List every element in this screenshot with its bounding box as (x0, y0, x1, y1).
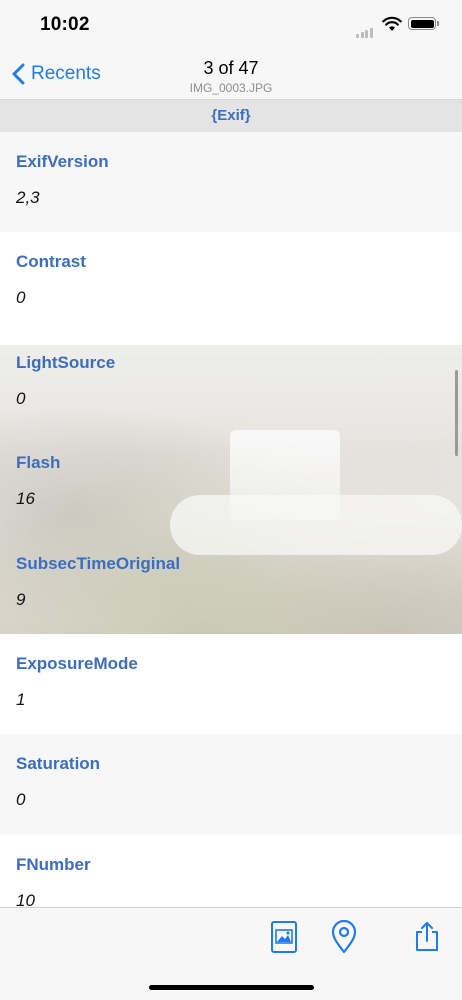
metadata-list: ExifVersion 2,3 Contrast 0 LightSource 0… (0, 132, 462, 936)
home-indicator (149, 985, 314, 990)
row-value: 0 (16, 288, 26, 308)
list-item[interactable]: ExifVersion 2,3 (0, 132, 462, 233)
list-item[interactable]: LightSource 0 (0, 333, 462, 433)
nav-title: 3 of 47 (203, 58, 259, 78)
row-value: 9 (16, 589, 26, 609)
row-key: ExifVersion (16, 152, 109, 171)
location-pin-icon (331, 919, 357, 954)
nav-subtitle: IMG_0003.JPG (189, 81, 273, 95)
list-item[interactable]: Saturation 0 (0, 734, 462, 835)
row-value: 1 (16, 689, 26, 709)
share-button[interactable] (413, 920, 443, 954)
row-key: LightSource (16, 352, 116, 372)
row-key: Contrast (16, 252, 86, 272)
cellular-signal-icon (356, 20, 374, 38)
photo-icon (271, 921, 297, 953)
row-key: ExposureMode (16, 653, 138, 673)
section-header: {Exif} (0, 100, 462, 132)
row-value: 0 (16, 790, 26, 810)
row-key: SubsecTimeOriginal (16, 553, 181, 573)
photo-button[interactable] (270, 920, 300, 954)
status-bar: 10:02 (0, 0, 462, 48)
list-item[interactable]: SubsecTimeOriginal 9 (0, 534, 462, 634)
scroll-indicator[interactable] (455, 370, 458, 456)
row-key: FNumber (16, 854, 91, 874)
row-value: 16 (16, 489, 35, 509)
list-item[interactable]: Flash 16 (0, 433, 462, 533)
row-key: Saturation (16, 754, 101, 774)
list-item[interactable]: ExposureMode 1 (0, 633, 462, 735)
row-value: 2,3 (16, 188, 40, 207)
list-item[interactable]: Contrast 0 (0, 232, 462, 333)
navigation-bar: Recents 3 of 47 IMG_0003.JPG (0, 48, 462, 100)
screen: 10:02 Recents 3 of 47 IMG_0003.JPG {Exif… (0, 0, 462, 1000)
row-value: 0 (16, 388, 26, 408)
status-time: 10:02 (40, 14, 90, 35)
row-key: Flash (16, 453, 61, 473)
location-button[interactable] (330, 919, 360, 954)
wifi-icon (382, 16, 402, 31)
share-icon (416, 922, 438, 951)
battery-icon (408, 17, 439, 30)
